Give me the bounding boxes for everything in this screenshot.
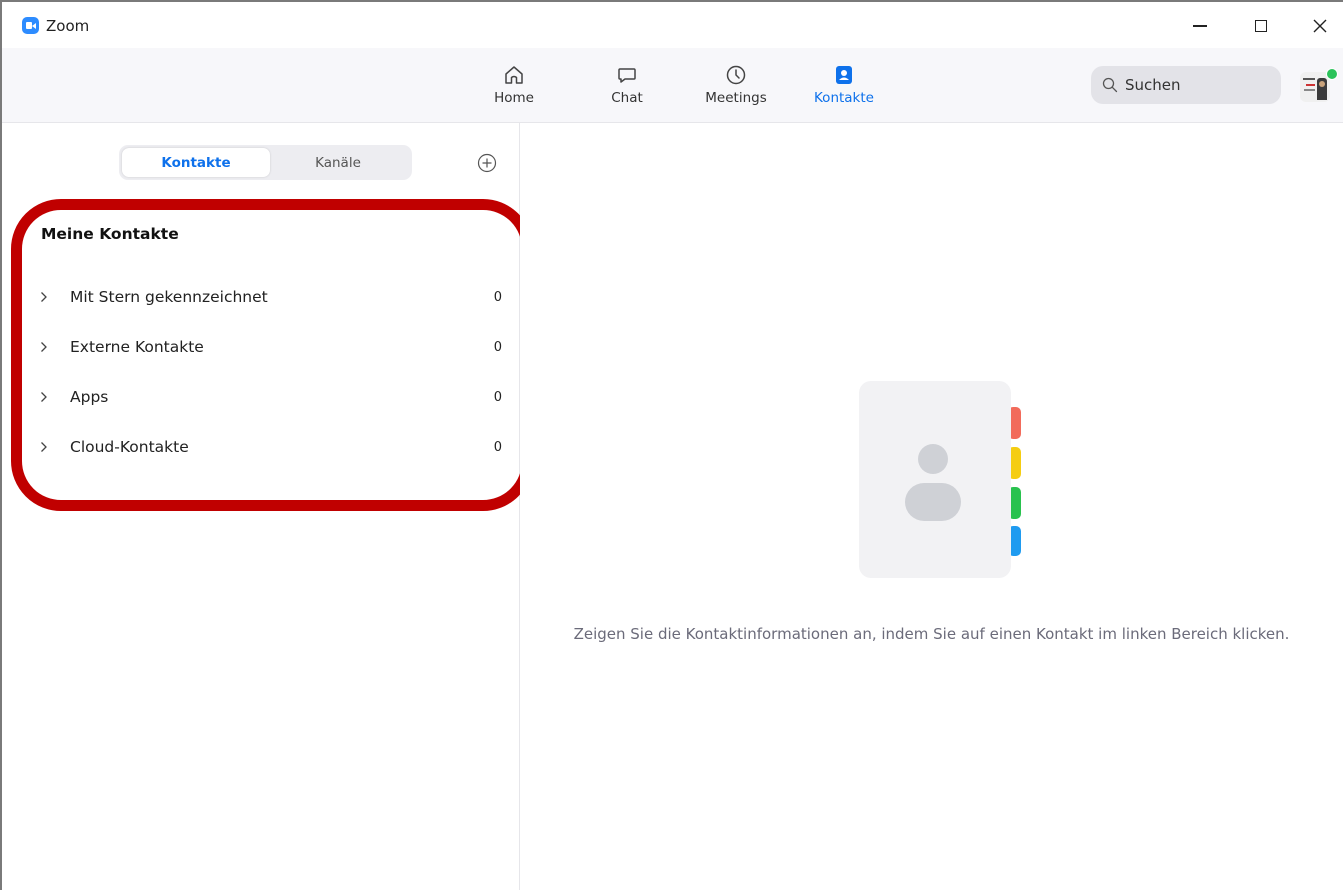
tab-home-label: Home <box>494 90 534 106</box>
contact-card-icon <box>836 66 852 84</box>
minimize-button[interactable] <box>1177 10 1223 42</box>
search-input[interactable]: Suchen <box>1091 66 1281 104</box>
contact-group-external[interactable]: Externe Kontakte 0 <box>32 333 502 361</box>
tab-contacts[interactable]: Kontakte <box>799 62 889 106</box>
search-icon <box>1102 77 1118 93</box>
tab-chat-label: Chat <box>611 90 643 106</box>
contacts-sidebar: Kontakte Kanäle Meine Kontakte Mit Stern… <box>2 123 520 890</box>
empty-state-message: Zeigen Sie die Kontaktinformationen an, … <box>573 625 1290 643</box>
title-bar: Zoom <box>2 2 1343 48</box>
zoom-camera-icon <box>22 17 39 34</box>
contact-group-apps[interactable]: Apps 0 <box>32 383 502 411</box>
maximize-button[interactable] <box>1238 10 1284 42</box>
address-book-icon <box>859 381 1021 578</box>
clock-icon <box>726 65 746 85</box>
plus-circle-icon <box>477 153 497 173</box>
contact-group-count: 0 <box>493 339 502 355</box>
contact-group-label: Externe Kontakte <box>70 338 204 356</box>
close-button[interactable] <box>1297 10 1343 42</box>
tab-contacts-label: Kontakte <box>814 90 874 106</box>
tab-home[interactable]: Home <box>469 62 559 106</box>
close-icon <box>1313 19 1327 33</box>
search-placeholder: Suchen <box>1125 76 1181 94</box>
address-book-illustration <box>859 381 1021 581</box>
avatar[interactable] <box>1300 72 1330 102</box>
chevron-right-icon <box>41 442 47 452</box>
segment-channels[interactable]: Kanäle <box>264 148 412 177</box>
tab-meetings[interactable]: Meetings <box>691 62 781 106</box>
contact-group-starred[interactable]: Mit Stern gekennzeichnet 0 <box>32 283 502 311</box>
group-title: Meine Kontakte <box>41 225 179 243</box>
main-toolbar: Home Chat Meetings Kontakte Suchen <box>2 48 1343 123</box>
contact-group-label: Mit Stern gekennzeichnet <box>70 288 268 306</box>
contact-group-count: 0 <box>493 389 502 405</box>
chevron-right-icon <box>41 392 47 402</box>
window-title: Zoom <box>46 17 90 35</box>
chevron-right-icon <box>41 342 47 352</box>
home-icon <box>505 66 523 84</box>
contact-group-label: Cloud-Kontakte <box>70 438 189 456</box>
minimize-icon <box>1193 25 1207 27</box>
avatar-text-line <box>1304 89 1315 91</box>
contact-group-label: Apps <box>70 388 109 406</box>
contact-group-cloud[interactable]: Cloud-Kontakte 0 <box>32 433 502 461</box>
tab-chat[interactable]: Chat <box>582 62 672 106</box>
avatar-person <box>1317 78 1327 100</box>
presence-indicator <box>1326 68 1338 80</box>
avatar-text-line <box>1303 78 1315 80</box>
segment-contacts[interactable]: Kontakte <box>122 148 270 177</box>
segment-control: Kontakte Kanäle <box>119 145 412 180</box>
maximize-icon <box>1255 20 1267 32</box>
chevron-right-icon <box>41 292 47 302</box>
avatar-text-line <box>1306 84 1315 86</box>
contact-detail-panel: Zeigen Sie die Kontaktinformationen an, … <box>520 123 1343 890</box>
contact-group-count: 0 <box>493 289 502 305</box>
contact-group-count: 0 <box>493 439 502 455</box>
add-contact-button[interactable] <box>477 153 497 173</box>
zoom-window: Zoom Home Chat Meetings Kontakte Suchen … <box>0 0 1343 890</box>
tab-meetings-label: Meetings <box>705 90 767 106</box>
chat-bubble-icon <box>618 68 636 83</box>
